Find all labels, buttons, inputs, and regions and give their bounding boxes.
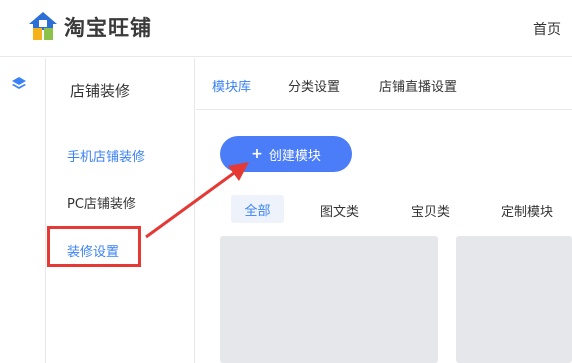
layers-icon[interactable] — [11, 76, 27, 92]
sidebar-title: 店铺装修 — [70, 82, 131, 100]
create-module-label: 创建模块 — [268, 148, 321, 164]
filter-product[interactable]: 宝贝类 — [411, 201, 450, 220]
tab-live-settings[interactable]: 店铺直播设置 — [379, 76, 457, 95]
tab-module-library[interactable]: 模块库 — [212, 76, 251, 95]
sidebar-item-decoration-settings[interactable]: 装修设置 — [67, 241, 119, 260]
module-card[interactable] — [220, 236, 438, 363]
filter-all[interactable]: 全部 — [231, 195, 284, 223]
tab-category-settings[interactable]: 分类设置 — [288, 76, 340, 95]
filter-image-text[interactable]: 图文类 — [320, 201, 359, 220]
left-rail — [0, 58, 46, 363]
module-card[interactable] — [456, 236, 572, 363]
top-header: 淘宝旺铺 首页 — [0, 0, 572, 57]
decoration-sidebar: 店铺装修 手机店铺装修 PC店铺装修 装修设置 — [47, 58, 195, 363]
sidebar-item-mobile-decoration[interactable]: 手机店铺装修 — [67, 146, 145, 165]
filter-custom-module[interactable]: 定制模块 — [501, 201, 553, 220]
top-tabs: 模块库 分类设置 店铺直播设置 — [196, 58, 572, 110]
sidebar-item-pc-decoration[interactable]: PC店铺装修 — [67, 193, 136, 212]
plus-icon: + — [251, 146, 263, 162]
home-link[interactable]: 首页 — [533, 19, 561, 39]
logo-text: 淘宝旺铺 — [64, 16, 152, 40]
create-module-button[interactable]: + 创建模块 — [220, 136, 352, 172]
taobao-wangpu-logo-icon[interactable] — [27, 10, 59, 42]
